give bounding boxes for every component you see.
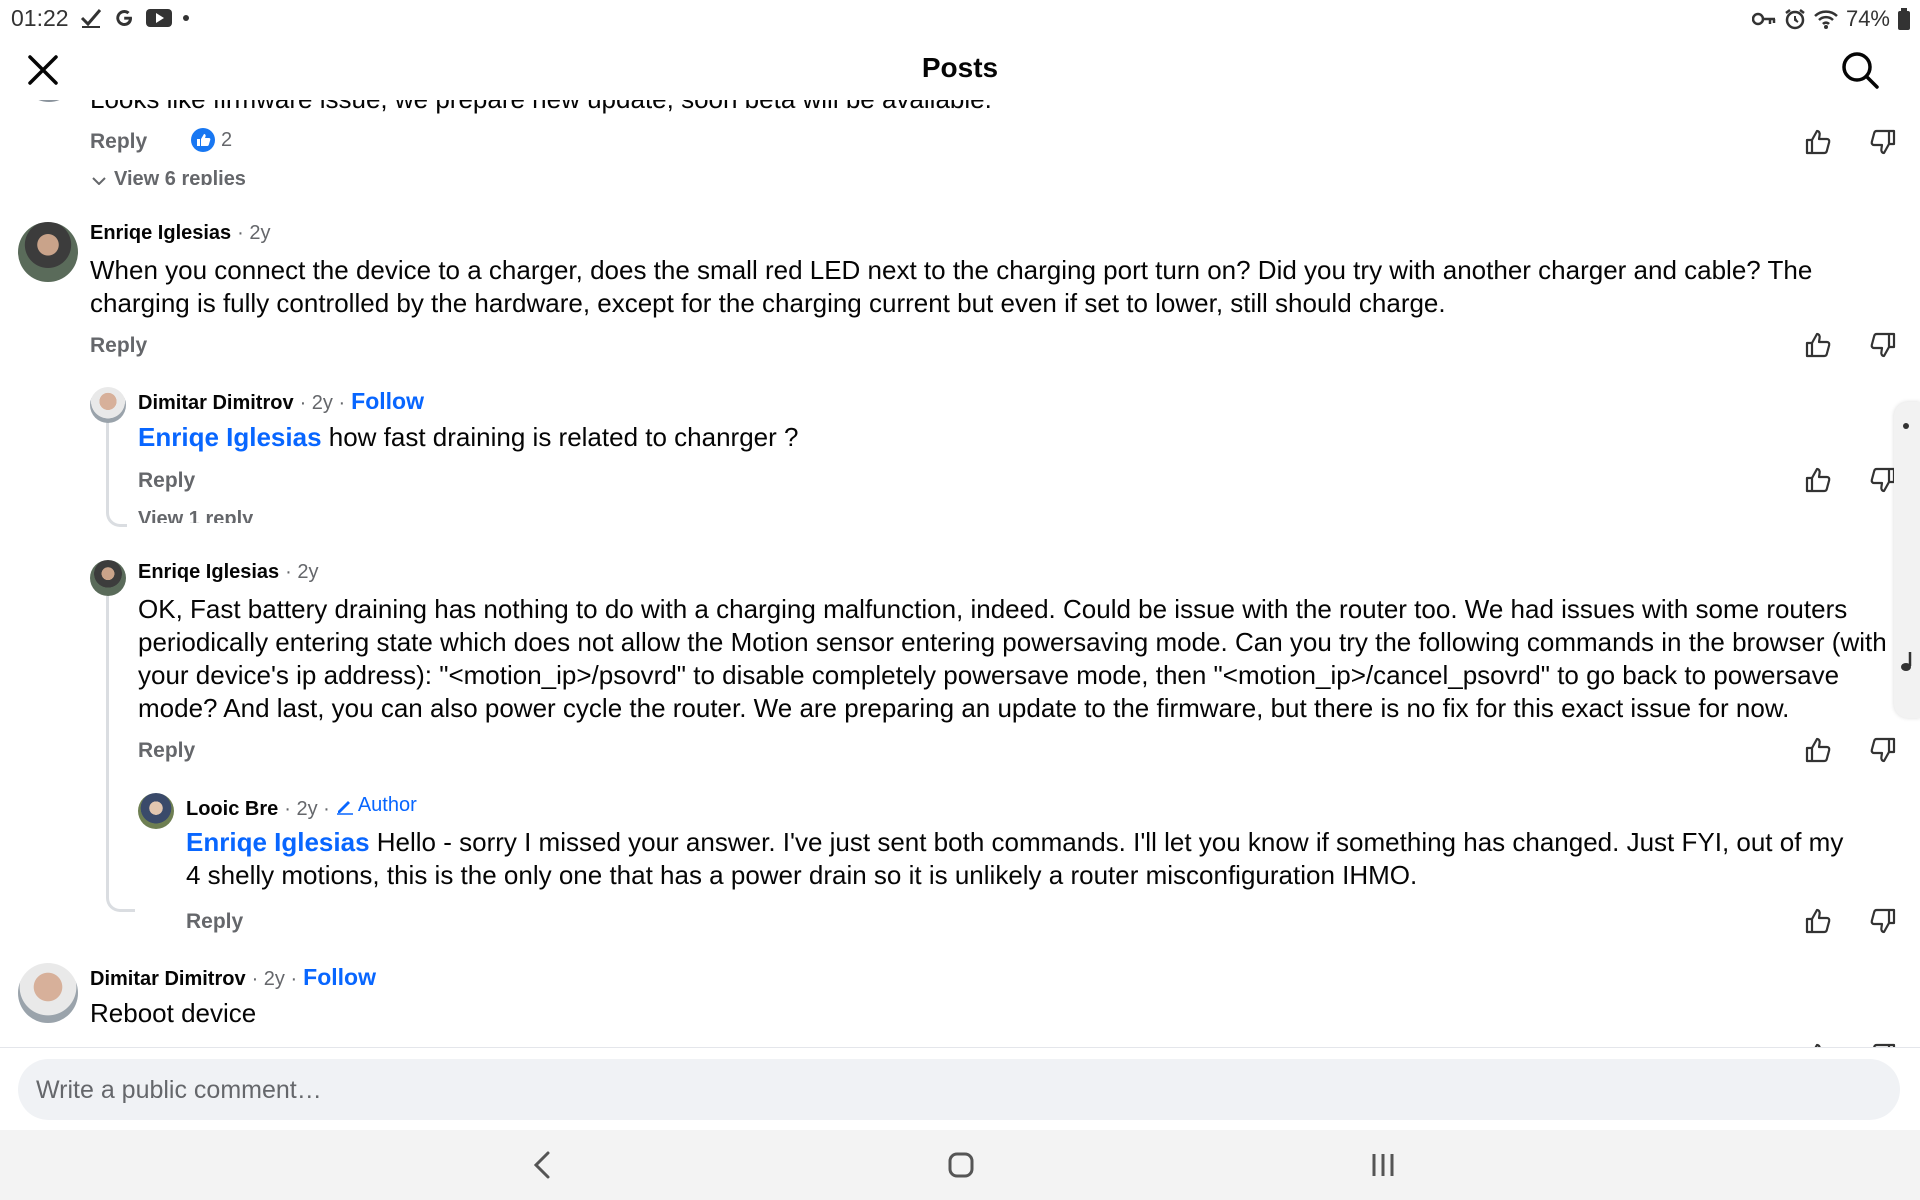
key-icon bbox=[1751, 12, 1776, 26]
comment-header: Enriqe Iglesias · 2y bbox=[138, 561, 319, 584]
comment-header: Dimitar Dimitrov · 2y · Follow bbox=[90, 964, 376, 991]
timestamp[interactable]: · 2y bbox=[237, 222, 270, 245]
mention-link[interactable]: Enriqe Iglesias bbox=[186, 827, 370, 857]
google-icon bbox=[116, 10, 132, 26]
comment-header: Dimitar Dimitrov · 2y · Follow bbox=[138, 388, 424, 415]
comment-text: Reboot device bbox=[90, 998, 257, 1028]
page-title: Posts bbox=[921, 52, 999, 83]
timestamp[interactable]: · 2y · bbox=[252, 968, 298, 991]
notification-icons bbox=[80, 6, 190, 30]
reply-button[interactable]: Reply bbox=[138, 739, 195, 763]
battery-icon bbox=[1898, 8, 1910, 30]
reply-button[interactable]: Reply bbox=[90, 334, 147, 358]
author-name[interactable]: Dimitar Dimitrov bbox=[138, 392, 294, 415]
like-icon[interactable] bbox=[1803, 906, 1833, 936]
comment-input[interactable]: Write a public comment… bbox=[18, 1059, 1900, 1120]
comment-header: Looic Bre · 2y · Author bbox=[186, 794, 417, 821]
reaction-count: 2 bbox=[221, 128, 233, 151]
dislike-icon[interactable] bbox=[1868, 906, 1898, 936]
avatar[interactable] bbox=[18, 963, 78, 1023]
alarm-icon bbox=[1785, 9, 1805, 30]
dislike-icon[interactable] bbox=[1868, 330, 1898, 360]
timestamp[interactable]: · 2y bbox=[285, 561, 318, 584]
like-icon[interactable] bbox=[1803, 127, 1833, 157]
system-nav-bar bbox=[0, 1130, 1920, 1200]
comment-body: how fast draining is related to chanrger… bbox=[321, 422, 799, 452]
like-icon[interactable] bbox=[1803, 330, 1833, 360]
dislike-icon[interactable] bbox=[1868, 127, 1898, 157]
dislike-icon[interactable] bbox=[1868, 735, 1898, 765]
comment-body: Hello - sorry I missed your answer. I've… bbox=[186, 827, 1844, 890]
view-replies-link[interactable]: View 1 reply bbox=[138, 508, 253, 523]
status-bar: 01:22 74% bbox=[0, 0, 1920, 38]
back-icon[interactable] bbox=[530, 1150, 554, 1180]
reply-button[interactable]: Reply bbox=[138, 469, 195, 493]
comment-text: Looks like firmware issue, we prepare ne… bbox=[90, 100, 992, 116]
avatar[interactable] bbox=[90, 387, 126, 423]
pencil-icon bbox=[336, 800, 353, 815]
like-icon[interactable] bbox=[1803, 735, 1833, 765]
chevron-down-icon bbox=[92, 177, 106, 185]
author-name[interactable]: Looic Bre bbox=[186, 798, 278, 821]
mention-link[interactable]: Enriqe Iglesias bbox=[138, 422, 322, 452]
clock: 01:22 bbox=[11, 5, 69, 31]
wifi-icon bbox=[1814, 10, 1838, 29]
system-icons: 74% bbox=[1751, 6, 1910, 32]
check-icon bbox=[80, 9, 102, 28]
dot-icon bbox=[183, 15, 189, 21]
comment-composer-bar: Write a public comment… bbox=[0, 1047, 1920, 1131]
edge-panel-handle[interactable] bbox=[1894, 402, 1920, 718]
follow-button[interactable]: Follow bbox=[351, 388, 424, 415]
thread-connector bbox=[106, 422, 127, 527]
reaction-summary[interactable]: 2 bbox=[191, 128, 232, 152]
comment-header: Enriqe Iglesias · 2y bbox=[90, 222, 271, 245]
comment-text: Enriqe Iglesias how fast draining is rel… bbox=[138, 421, 1898, 454]
comment-text: When you connect the device to a charger… bbox=[90, 255, 1813, 318]
author-name[interactable]: Enriqe Iglesias bbox=[138, 561, 279, 584]
youtube-icon bbox=[146, 9, 172, 27]
author-name[interactable]: Dimitar Dimitrov bbox=[90, 968, 246, 991]
timestamp[interactable]: · 2y · bbox=[300, 392, 346, 415]
comment-text: OK, Fast battery draining has nothing to… bbox=[138, 594, 1887, 723]
home-icon[interactable] bbox=[947, 1151, 975, 1179]
like-icon[interactable] bbox=[1803, 465, 1833, 495]
author-badge: Author bbox=[336, 794, 417, 817]
avatar[interactable] bbox=[138, 793, 174, 829]
dot-icon bbox=[1903, 423, 1909, 429]
battery-percent: 74% bbox=[1845, 6, 1890, 31]
like-reaction-icon bbox=[191, 128, 215, 152]
reply-button[interactable]: Reply bbox=[186, 910, 243, 934]
comment-placeholder: Write a public comment… bbox=[36, 1076, 322, 1104]
avatar[interactable] bbox=[90, 560, 126, 596]
music-note-icon bbox=[1901, 652, 1912, 671]
follow-button[interactable]: Follow bbox=[303, 964, 376, 991]
avatar[interactable] bbox=[20, 100, 78, 102]
header-bar: Posts bbox=[0, 38, 1920, 100]
recent-apps-icon[interactable] bbox=[1370, 1152, 1396, 1178]
comments-feed[interactable]: Looks like firmware issue, we prepare ne… bbox=[0, 100, 1920, 1047]
comment-text: Enriqe Iglesias Hello - sorry I missed y… bbox=[186, 826, 1846, 892]
author-name[interactable]: Enriqe Iglesias bbox=[90, 222, 231, 245]
timestamp[interactable]: · 2y · bbox=[284, 798, 330, 821]
search-icon[interactable] bbox=[1840, 50, 1880, 90]
reply-button[interactable]: Reply bbox=[90, 130, 147, 154]
view-replies-link[interactable]: View 6 replies bbox=[90, 168, 246, 185]
avatar[interactable] bbox=[18, 222, 78, 282]
thread-connector bbox=[106, 596, 135, 912]
